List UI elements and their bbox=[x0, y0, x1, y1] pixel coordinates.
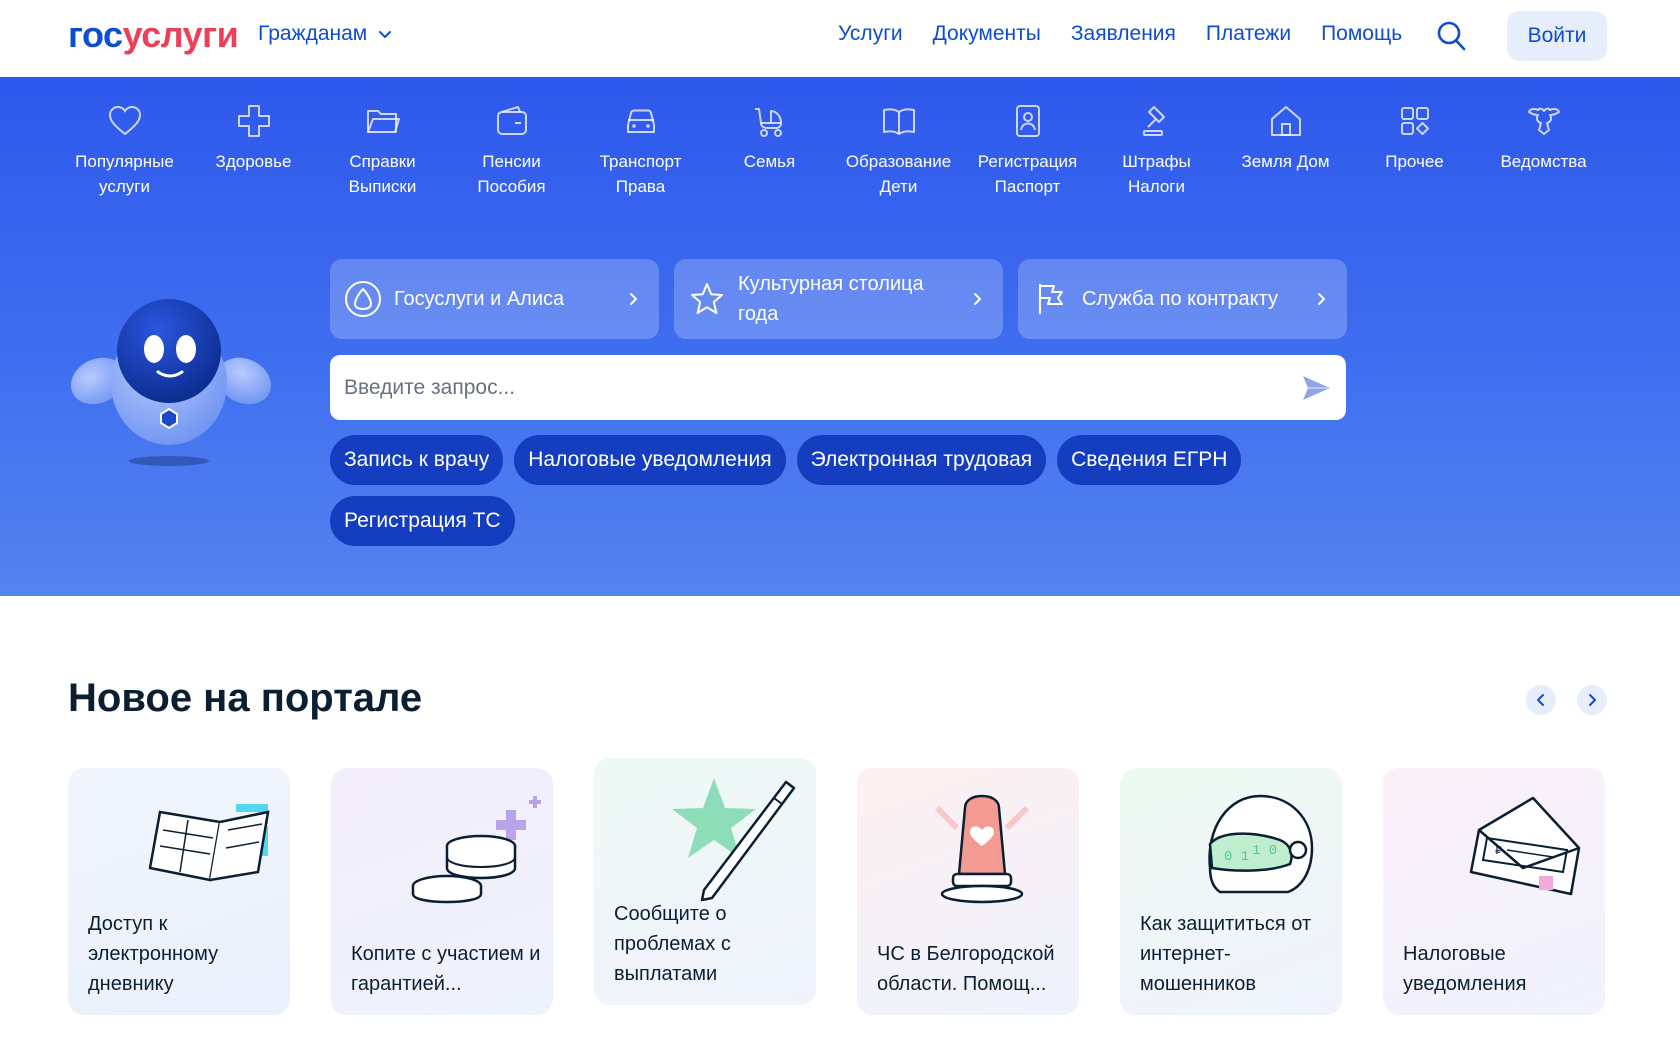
category-education[interactable]: Образование Дети bbox=[834, 103, 963, 199]
gavel-icon bbox=[1142, 106, 1165, 136]
carousel-next-button[interactable] bbox=[1577, 685, 1607, 715]
news-card-title: Сообщите о проблемах с выплатами bbox=[614, 903, 731, 985]
alice-icon bbox=[345, 281, 381, 317]
helmet-illustration: 0 1 1 0 bbox=[1208, 794, 1314, 894]
chevron-right-icon bbox=[1589, 694, 1596, 706]
chip-doctor-appointment[interactable]: Запись к врачу bbox=[330, 435, 504, 485]
news-card-savings[interactable]: Копите с участием и гарантией... bbox=[331, 768, 553, 1015]
nav-applications[interactable]: Заявления bbox=[1071, 22, 1176, 46]
promo-culture-capital-title: Культурная столица года bbox=[738, 273, 924, 325]
audience-dropdown[interactable]: Гражданам bbox=[258, 22, 393, 46]
category-bar: Популярные услуги Здоровье Справки Выпис… bbox=[60, 103, 1608, 199]
search-input[interactable] bbox=[344, 375, 1300, 400]
send-icon[interactable] bbox=[1300, 372, 1332, 404]
promo-contract-service-title: Служба по контракту bbox=[1082, 288, 1279, 310]
chevron-down-icon bbox=[379, 31, 392, 38]
category-family[interactable]: Семья bbox=[705, 103, 834, 199]
chip-electronic-workbook[interactable]: Электронная трудовая bbox=[796, 435, 1047, 485]
car-icon bbox=[626, 109, 655, 133]
flag-icon bbox=[1039, 284, 1063, 314]
promo-alice-title: Госуслуги и Алиса bbox=[394, 288, 565, 310]
chip-egrn-info[interactable]: Сведения ЕГРН bbox=[1057, 435, 1242, 485]
news-card-tax[interactable]: ₽ Налоговые уведомления bbox=[1383, 768, 1605, 1015]
siren-illustration bbox=[934, 794, 1030, 904]
category-agencies[interactable]: Ведомства bbox=[1479, 103, 1608, 199]
news-section-title: Новое на портале bbox=[68, 676, 423, 720]
book-icon bbox=[882, 108, 915, 135]
category-other[interactable]: Прочее bbox=[1350, 103, 1479, 199]
promo-alice[interactable]: Госуслуги и Алиса bbox=[330, 259, 659, 339]
chevron-left-icon bbox=[1537, 694, 1544, 706]
chip-vehicle-registration[interactable]: Регистрация ТС bbox=[330, 496, 515, 546]
category-pensions[interactable]: Пенсии Пособия bbox=[447, 103, 576, 199]
promo-contract-service[interactable]: Служба по контракту bbox=[1018, 259, 1347, 339]
news-card-diary[interactable]: Доступ к электронному дневнику bbox=[68, 768, 290, 1015]
news-card-title: Как защититься от интернет-мошенников bbox=[1140, 913, 1312, 995]
nav-help[interactable]: Помощь bbox=[1321, 22, 1402, 46]
category-fines[interactable]: Штрафы Налоги bbox=[1092, 103, 1221, 199]
news-card-fraud[interactable]: 0 1 1 0 Как защититься от интернет-мошен… bbox=[1120, 768, 1342, 1015]
nav-services[interactable]: Услуги bbox=[838, 22, 903, 46]
stroller-icon bbox=[754, 108, 782, 137]
category-popular[interactable]: Популярные услуги bbox=[60, 103, 189, 199]
search-box bbox=[330, 355, 1346, 420]
robot-mascot bbox=[70, 299, 272, 466]
nav-payments[interactable]: Платежи bbox=[1206, 22, 1291, 46]
quick-links: Запись к врачу Налоговые уведомления Эле… bbox=[330, 435, 1330, 546]
chevron-right-icon bbox=[630, 293, 637, 305]
folder-icon bbox=[366, 110, 400, 133]
category-transport[interactable]: Транспорт Права bbox=[576, 103, 705, 199]
site-header: госуслуги Гражданам Услуги Документы Зая… bbox=[0, 0, 1680, 77]
nav-documents[interactable]: Документы bbox=[933, 22, 1041, 46]
main-nav: Услуги Документы Заявления Платежи Помощ… bbox=[838, 22, 1402, 46]
category-registration[interactable]: Регистрация Паспорт bbox=[963, 103, 1092, 199]
cross-icon bbox=[237, 105, 270, 137]
category-certificates[interactable]: Справки Выписки bbox=[318, 103, 447, 199]
news-card-emergency[interactable]: ЧС в Белгородской области. Помощ... bbox=[857, 768, 1079, 1015]
id-card-icon bbox=[1015, 105, 1040, 137]
envelope-illustration: ₽ bbox=[1469, 796, 1581, 896]
eagle-icon bbox=[1527, 107, 1560, 135]
chevron-right-icon bbox=[1318, 293, 1325, 305]
gosuslugi-logo[interactable]: госуслуги bbox=[68, 14, 239, 56]
news-card-title: Копите с участием и гарантией... bbox=[351, 943, 541, 995]
news-card-payments[interactable]: Сообщите о проблемах с выплатами bbox=[594, 758, 816, 1005]
category-health[interactable]: Здоровье bbox=[189, 103, 318, 199]
star-pen-illustration bbox=[672, 778, 796, 902]
search-icon[interactable] bbox=[1436, 20, 1466, 52]
category-land-house[interactable]: Земля Дом bbox=[1221, 103, 1350, 199]
news-card-title: Налоговые уведомления bbox=[1403, 943, 1527, 995]
carousel-prev-button[interactable] bbox=[1526, 685, 1556, 715]
hero-section: Популярные услуги Здоровье Справки Выпис… bbox=[0, 77, 1680, 596]
svg-text:0 1: 0 1 bbox=[1224, 849, 1249, 865]
svg-text:1 0: 1 0 bbox=[1252, 843, 1277, 859]
audience-label: Гражданам bbox=[258, 22, 368, 45]
wallet-icon bbox=[496, 106, 527, 135]
chip-tax-notices[interactable]: Налоговые уведомления bbox=[514, 435, 786, 485]
coins-illustration bbox=[411, 796, 541, 904]
login-button[interactable]: Войти bbox=[1507, 11, 1607, 61]
promo-culture-capital[interactable]: Культурная столица года bbox=[674, 259, 1003, 339]
news-card-title: Доступ к электронному дневнику bbox=[88, 913, 219, 995]
house-icon bbox=[1270, 106, 1301, 136]
promo-row: Госуслуги и Алиса Культурная столица год… bbox=[330, 259, 1347, 339]
news-cards: Доступ к электронному дневнику Копите с … bbox=[68, 758, 1605, 1015]
news-card-title: ЧС в Белгородской области. Помощ... bbox=[877, 943, 1055, 995]
open-diary-illustration bbox=[148, 804, 270, 882]
heart-icon bbox=[108, 105, 141, 136]
chevron-right-icon bbox=[974, 293, 981, 305]
grid-icon bbox=[1400, 107, 1429, 135]
star-icon bbox=[691, 283, 723, 314]
